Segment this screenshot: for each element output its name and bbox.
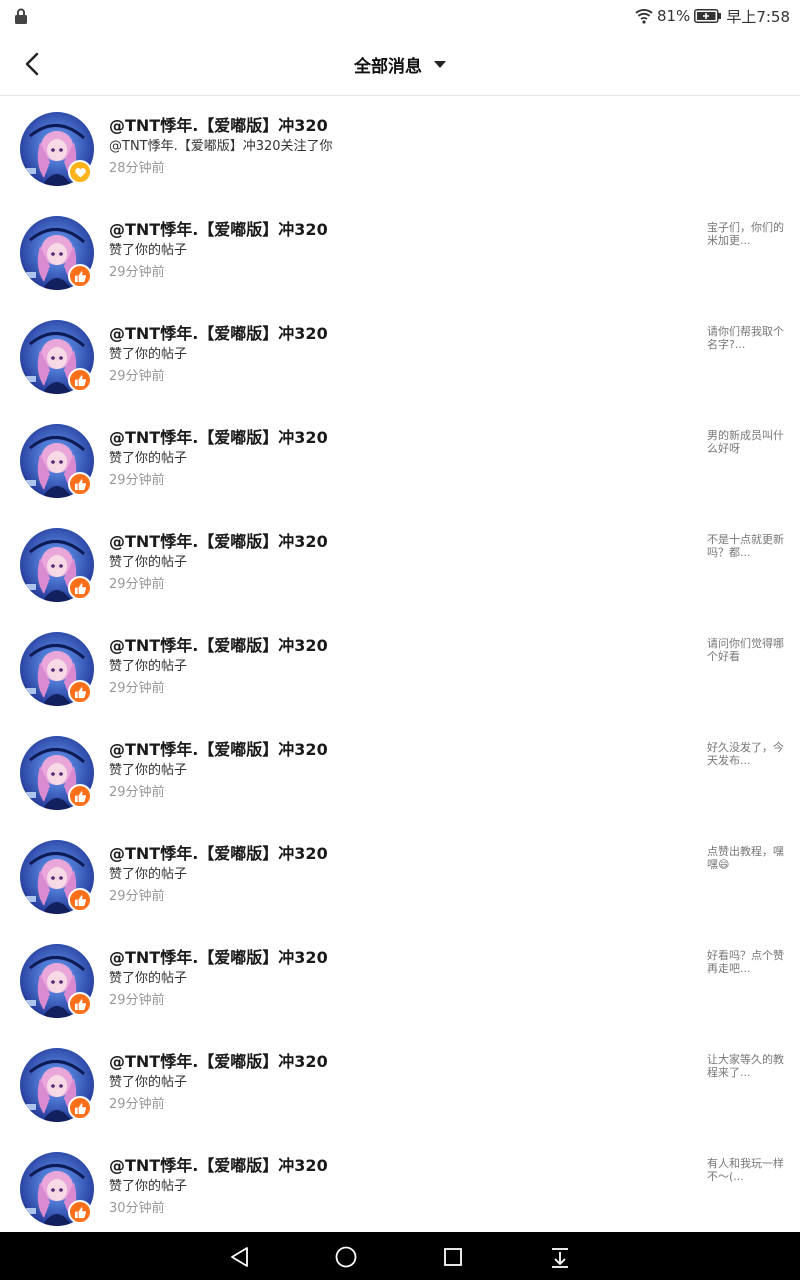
message-user[interactable]: @TNT悸年.【爱嘟版】冲320: [109, 112, 328, 136]
message-time: 29分钟前: [109, 993, 165, 1008]
nav-back-button[interactable]: [227, 1244, 253, 1270]
clock: 早上7:58: [726, 7, 790, 26]
thumbs-up-icon: [74, 894, 86, 906]
thumbs-up-icon: [74, 1206, 86, 1218]
message-action: 赞了你的帖子: [109, 451, 188, 466]
like-badge: [68, 992, 92, 1016]
nav-recents-icon[interactable]: [442, 1246, 464, 1268]
thumbs-up-icon: [74, 270, 86, 282]
message-time: 29分钟前: [109, 369, 165, 384]
message-user[interactable]: @TNT悸年.【爱嘟版】冲320: [109, 1048, 328, 1072]
message-user[interactable]: @TNT悸年.【爱嘟版】冲320: [109, 1152, 328, 1176]
nav-recents-button[interactable]: [440, 1244, 466, 1270]
message-item[interactable]: @TNT悸年.【爱嘟版】冲320 赞了你的帖子 29分钟前 请你们帮我取个名字?...: [0, 304, 800, 408]
message-action: 赞了你的帖子: [109, 867, 188, 882]
message-item[interactable]: @TNT悸年.【爱嘟版】冲320 赞了你的帖子 29分钟前 让大家等久的教程来了...: [0, 1032, 800, 1136]
thumbs-up-icon: [74, 478, 86, 490]
message-item[interactable]: @TNT悸年.【爱嘟版】冲320 赞了你的帖子 30分钟前 有人和我玩一样不～(...: [0, 1136, 800, 1232]
message-user[interactable]: @TNT悸年.【爱嘟版】冲320: [109, 320, 328, 344]
post-preview[interactable]: 有人和我玩一样不～(...: [707, 1157, 787, 1183]
message-action: 赞了你的帖子: [109, 243, 188, 258]
message-time: 28分钟前: [109, 161, 165, 176]
like-badge: [68, 576, 92, 600]
message-action: 赞了你的帖子: [109, 971, 188, 986]
navigation-bar: [0, 1232, 800, 1280]
thumbs-up-icon: [74, 582, 86, 594]
thumbs-up-icon: [74, 686, 86, 698]
title-dropdown[interactable]: 全部消息: [0, 32, 800, 96]
status-right-group: 81% 早上7:58: [635, 5, 790, 27]
message-action: 赞了你的帖子: [109, 1075, 188, 1090]
message-action: 赞了你的帖子: [109, 347, 188, 362]
post-preview[interactable]: 请你们帮我取个名字?...: [707, 325, 787, 351]
message-time: 29分钟前: [109, 265, 165, 280]
message-item[interactable]: @TNT悸年.【爱嘟版】冲320 赞了你的帖子 29分钟前 男的新成员叫什么好呀: [0, 408, 800, 512]
status-bar: 81% 早上7:58: [0, 0, 800, 32]
message-user[interactable]: @TNT悸年.【爱嘟版】冲320: [109, 424, 328, 448]
like-badge: [68, 264, 92, 288]
message-action: @TNT悸年.【爱嘟版】冲320关注了你: [109, 139, 333, 154]
thumbs-up-icon: [74, 1102, 86, 1114]
post-preview[interactable]: 让大家等久的教程来了...: [707, 1053, 787, 1079]
like-badge: [68, 1200, 92, 1224]
heart-icon: [74, 167, 86, 178]
message-time: 30分钟前: [109, 1201, 165, 1216]
nav-home-icon[interactable]: [334, 1245, 358, 1269]
battery-charging-icon: [694, 9, 722, 23]
back-button[interactable]: [16, 48, 48, 80]
post-preview[interactable]: 好久没发了，今天发布...: [707, 741, 787, 767]
message-item[interactable]: @TNT悸年.【爱嘟版】冲320 赞了你的帖子 29分钟前 点赞出教程，嘿嘿😄: [0, 824, 800, 928]
like-badge: [68, 368, 92, 392]
message-user[interactable]: @TNT悸年.【爱嘟版】冲320: [109, 632, 328, 656]
nav-collapse-icon[interactable]: [549, 1246, 571, 1268]
nav-back-icon[interactable]: [229, 1246, 251, 1268]
header: 全部消息: [0, 32, 800, 96]
message-user[interactable]: @TNT悸年.【爱嘟版】冲320: [109, 216, 328, 240]
nav-collapse-button[interactable]: [547, 1244, 573, 1270]
message-action: 赞了你的帖子: [109, 659, 188, 674]
message-action: 赞了你的帖子: [109, 555, 188, 570]
message-user[interactable]: @TNT悸年.【爱嘟版】冲320: [109, 840, 328, 864]
post-preview[interactable]: 点赞出教程，嘿嘿😄: [707, 845, 787, 871]
message-item[interactable]: @TNT悸年.【爱嘟版】冲320 @TNT悸年.【爱嘟版】冲320关注了你 28分钟…: [0, 96, 800, 200]
thumbs-up-icon: [74, 998, 86, 1010]
message-action: 赞了你的帖子: [109, 763, 188, 778]
battery-percent: 81%: [656, 7, 691, 25]
post-preview[interactable]: 请问你们觉得哪个好看: [707, 637, 787, 663]
message-time: 29分钟前: [109, 473, 165, 488]
message-time: 29分钟前: [109, 1097, 165, 1112]
message-list[interactable]: @TNT悸年.【爱嘟版】冲320 @TNT悸年.【爱嘟版】冲320关注了你 28分钟…: [0, 96, 800, 1232]
lock-icon: [15, 8, 27, 24]
like-badge: [68, 784, 92, 808]
message-item[interactable]: @TNT悸年.【爱嘟版】冲320 赞了你的帖子 29分钟前 好看吗？点个赞再走吧...: [0, 928, 800, 1032]
caret-down-icon[interactable]: [434, 60, 446, 68]
like-badge: [68, 680, 92, 704]
message-item[interactable]: @TNT悸年.【爱嘟版】冲320 赞了你的帖子 29分钟前 好久没发了，今天发布...: [0, 720, 800, 824]
message-user[interactable]: @TNT悸年.【爱嘟版】冲320: [109, 944, 328, 968]
wifi-icon: [635, 9, 653, 24]
nav-home-button[interactable]: [333, 1244, 359, 1270]
message-user[interactable]: @TNT悸年.【爱嘟版】冲320: [109, 736, 328, 760]
post-preview[interactable]: 男的新成员叫什么好呀: [707, 429, 787, 455]
page-title[interactable]: 全部消息: [354, 52, 422, 77]
like-badge: [68, 888, 92, 912]
follow-badge: [68, 160, 92, 184]
message-user[interactable]: @TNT悸年.【爱嘟版】冲320: [109, 528, 328, 552]
thumbs-up-icon: [74, 790, 86, 802]
thumbs-up-icon: [74, 374, 86, 386]
message-item[interactable]: @TNT悸年.【爱嘟版】冲320 赞了你的帖子 29分钟前 请问你们觉得哪个好看: [0, 616, 800, 720]
like-badge: [68, 1096, 92, 1120]
post-preview[interactable]: 宝子们，你们的米加更...: [707, 221, 787, 247]
message-time: 29分钟前: [109, 889, 165, 904]
message-item[interactable]: @TNT悸年.【爱嘟版】冲320 赞了你的帖子 29分钟前 不是十点就更新吗？都...: [0, 512, 800, 616]
message-action: 赞了你的帖子: [109, 1179, 188, 1194]
message-time: 29分钟前: [109, 577, 165, 592]
post-preview[interactable]: 不是十点就更新吗？都...: [707, 533, 787, 559]
chevron-left-icon[interactable]: [24, 52, 40, 76]
message-time: 29分钟前: [109, 681, 165, 696]
post-preview[interactable]: 好看吗？点个赞再走吧...: [707, 949, 787, 975]
like-badge: [68, 472, 92, 496]
message-time: 29分钟前: [109, 785, 165, 800]
message-item[interactable]: @TNT悸年.【爱嘟版】冲320 赞了你的帖子 29分钟前 宝子们，你们的米加更...: [0, 200, 800, 304]
